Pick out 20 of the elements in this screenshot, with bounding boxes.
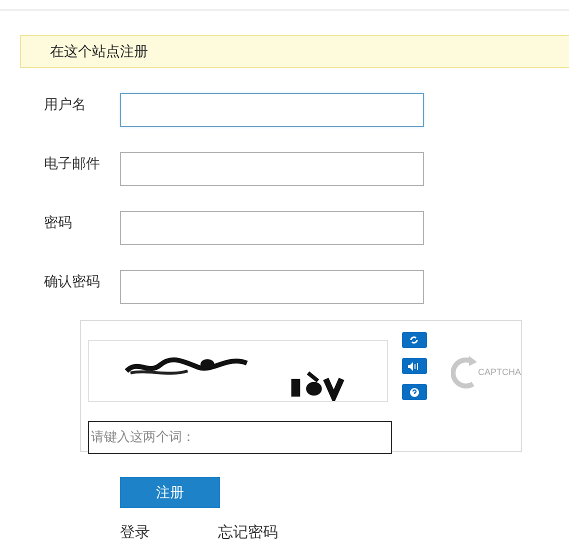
speaker-icon	[408, 362, 420, 370]
captcha-answer-field[interactable]: 请键入这两个词：	[88, 421, 392, 454]
field-label: 电子邮件	[44, 155, 101, 173]
input-field[interactable]	[120, 93, 424, 127]
field-label: 用户名	[44, 96, 87, 114]
input-field[interactable]	[120, 152, 424, 186]
field-label: 确认密码	[44, 273, 101, 291]
register-button[interactable]: 注册	[120, 477, 220, 508]
audio-button[interactable]	[402, 358, 427, 374]
link[interactable]: 忘记密码	[218, 523, 278, 542]
input-field[interactable]	[120, 211, 424, 245]
refresh-icon	[409, 335, 420, 345]
help-button[interactable]	[402, 384, 427, 400]
input-field[interactable]	[120, 270, 424, 304]
refresh-button[interactable]	[402, 332, 427, 348]
field-label: 密码	[44, 214, 73, 232]
captcha-logo-text: CAPTCHA	[478, 367, 521, 377]
help-icon	[410, 388, 419, 396]
notice-banner: 在这个站点注册	[20, 35, 569, 68]
link[interactable]: 登录	[120, 523, 150, 542]
